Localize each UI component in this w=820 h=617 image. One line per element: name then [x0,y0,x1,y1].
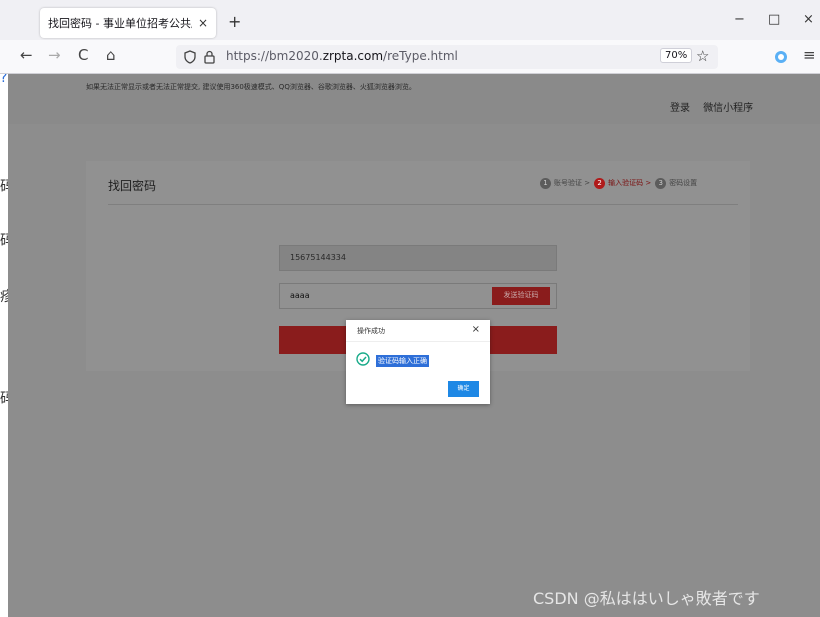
menu-icon[interactable]: ≡ [803,46,816,64]
bookmark-star-icon[interactable]: ☆ [696,47,709,65]
dialog-title: 操作成功 [357,327,385,335]
window-close-icon[interactable]: × [803,12,814,27]
progress-steps: 1 账号验证 > 2 输入验证码 > 3 密码设置 [540,178,701,189]
back-icon[interactable]: ← [20,46,33,64]
step-account-verify: 1 账号验证 > [540,178,590,189]
account-icon[interactable] [774,50,788,64]
browser-tabbar: 找回密码 - 事业单位招考公共服务平 × + − □ × [0,0,820,40]
card-title: 找回密码 [108,179,157,193]
bleed-char: 疹 [0,289,8,305]
browser-navbar: ← → C ⌂ https://bm2020.zrpta.com/reType.… [0,40,820,74]
step-set-password: 3 密码设置 [655,178,697,189]
bleed-char: 码 [0,179,8,195]
success-dialog: 操作成功 × 验证码输入正确 确定 [346,320,490,404]
url-text: https://bm2020.zrpta.com/reType.html [226,49,458,63]
zoom-level[interactable]: 70% [660,48,693,63]
wechat-miniprogram-link[interactable]: 微信小程序 [703,103,753,114]
tab-title: 找回密码 - 事业单位招考公共服务平 [48,17,192,30]
tab-close-icon[interactable]: × [198,16,208,30]
send-code-button[interactable]: 发送验证码 [492,287,550,305]
verification-code-input[interactable]: aaaa 发送验证码 [279,283,557,309]
login-link[interactable]: 登录 [670,103,690,114]
dialog-close-icon[interactable]: × [472,324,480,335]
phone-input[interactable]: 15675144334 [279,245,557,271]
reload-icon[interactable]: C [78,46,88,64]
shield-icon [184,50,196,64]
home-icon[interactable]: ⌂ [106,46,116,64]
dialog-message: 验证码输入正确 [376,355,429,367]
url-bar[interactable]: https://bm2020.zrpta.com/reType.html 70%… [176,45,718,69]
bleed-char: 码 [0,233,8,249]
bleed-char: ? [0,74,8,86]
bleed-char: 码 [0,391,8,407]
confirm-button[interactable]: 确定 [448,381,479,397]
browser-notice: 如果无法正常显示或者无法正常提交, 建议使用360极速模式、QQ浏览器、谷歌浏览… [86,83,416,91]
step-enter-code: 2 输入验证码 > [594,178,651,189]
csdn-watermark: CSDN @私ははいしゃ敗者です [533,589,760,608]
minimize-icon[interactable]: − [734,12,745,27]
check-circle-icon [356,352,370,366]
divider [108,204,738,205]
page-header: 如果无法正常显示或者无法正常提交, 建议使用360极速模式、QQ浏览器、谷歌浏览… [8,74,820,124]
background-window-edge: ? 码 码 疹 码 [0,74,8,617]
forward-icon[interactable]: → [48,46,61,64]
maximize-icon[interactable]: □ [768,12,780,27]
lock-icon [204,50,215,64]
header-links: 登录 微信小程序 [670,99,763,114]
browser-tab[interactable]: 找回密码 - 事业单位招考公共服务平 × [40,8,216,38]
new-tab-icon[interactable]: + [228,12,241,31]
dialog-header: 操作成功 × [346,320,490,342]
